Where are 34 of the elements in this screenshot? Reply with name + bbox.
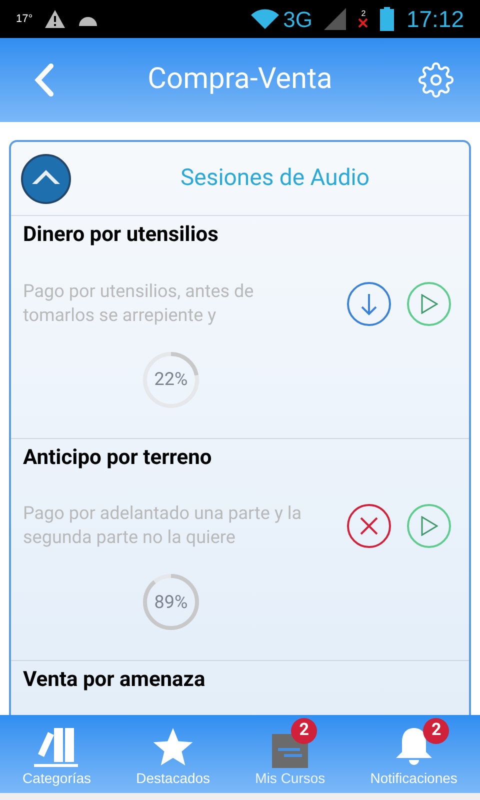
arrow-down-icon xyxy=(359,292,379,316)
settings-icon xyxy=(418,62,454,98)
close-icon xyxy=(358,18,368,28)
screen-title: Compra-Venta xyxy=(146,61,334,98)
battery-icon xyxy=(380,7,394,31)
play-icon xyxy=(420,294,438,314)
settings-button[interactable] xyxy=(416,60,456,100)
temperature-text: 17° xyxy=(16,12,33,27)
star-icon xyxy=(152,728,194,768)
play-icon xyxy=(420,516,438,536)
close-icon xyxy=(359,516,379,536)
download-button[interactable] xyxy=(347,282,391,326)
network-text: 3G xyxy=(283,6,312,34)
card-title: Sesiones de Audio xyxy=(179,163,371,194)
session-title: Dinero por utensilios xyxy=(23,222,220,249)
back-icon xyxy=(33,63,55,97)
play-button[interactable] xyxy=(407,282,451,326)
clock-text: 17:12 xyxy=(406,4,464,34)
count-badge: 2 xyxy=(291,718,318,744)
cancel-button[interactable] xyxy=(347,504,391,548)
session-title: Anticipo por terreno xyxy=(23,444,213,472)
logo-icon xyxy=(21,154,71,204)
session-title: Venta por amenaza xyxy=(23,667,206,694)
sim-count: 2 xyxy=(361,10,366,18)
progress-reading: 22% xyxy=(154,368,188,392)
session-description: Pago por adelantado una parte y la segunda parte no la quiere xyxy=(23,502,303,550)
count-badge: 2 xyxy=(423,718,450,744)
binders-icon xyxy=(34,726,80,768)
session-description: Pago por utensilios, antes de tomarlos se arrepiente y xyxy=(23,280,255,328)
signal-icon xyxy=(324,8,346,30)
warning-icon xyxy=(44,10,65,28)
progress-reading: 89% xyxy=(154,590,188,614)
play-button[interactable] xyxy=(407,504,451,548)
wifi-icon xyxy=(251,9,280,29)
